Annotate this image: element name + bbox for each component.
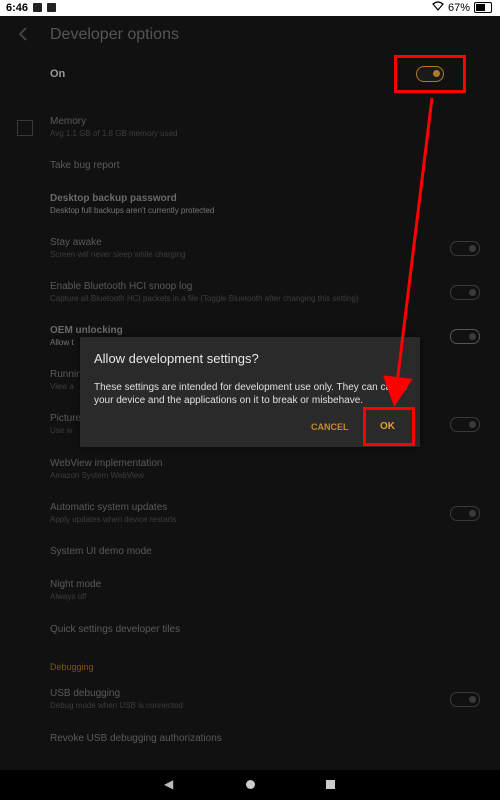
nav-home-icon[interactable] — [246, 780, 255, 789]
system-nav-bar: ◀ — [0, 770, 500, 800]
nav-back-icon[interactable]: ◀ — [164, 777, 173, 791]
nav-recents-icon[interactable] — [326, 780, 335, 789]
annotation-arrow — [382, 97, 434, 407]
